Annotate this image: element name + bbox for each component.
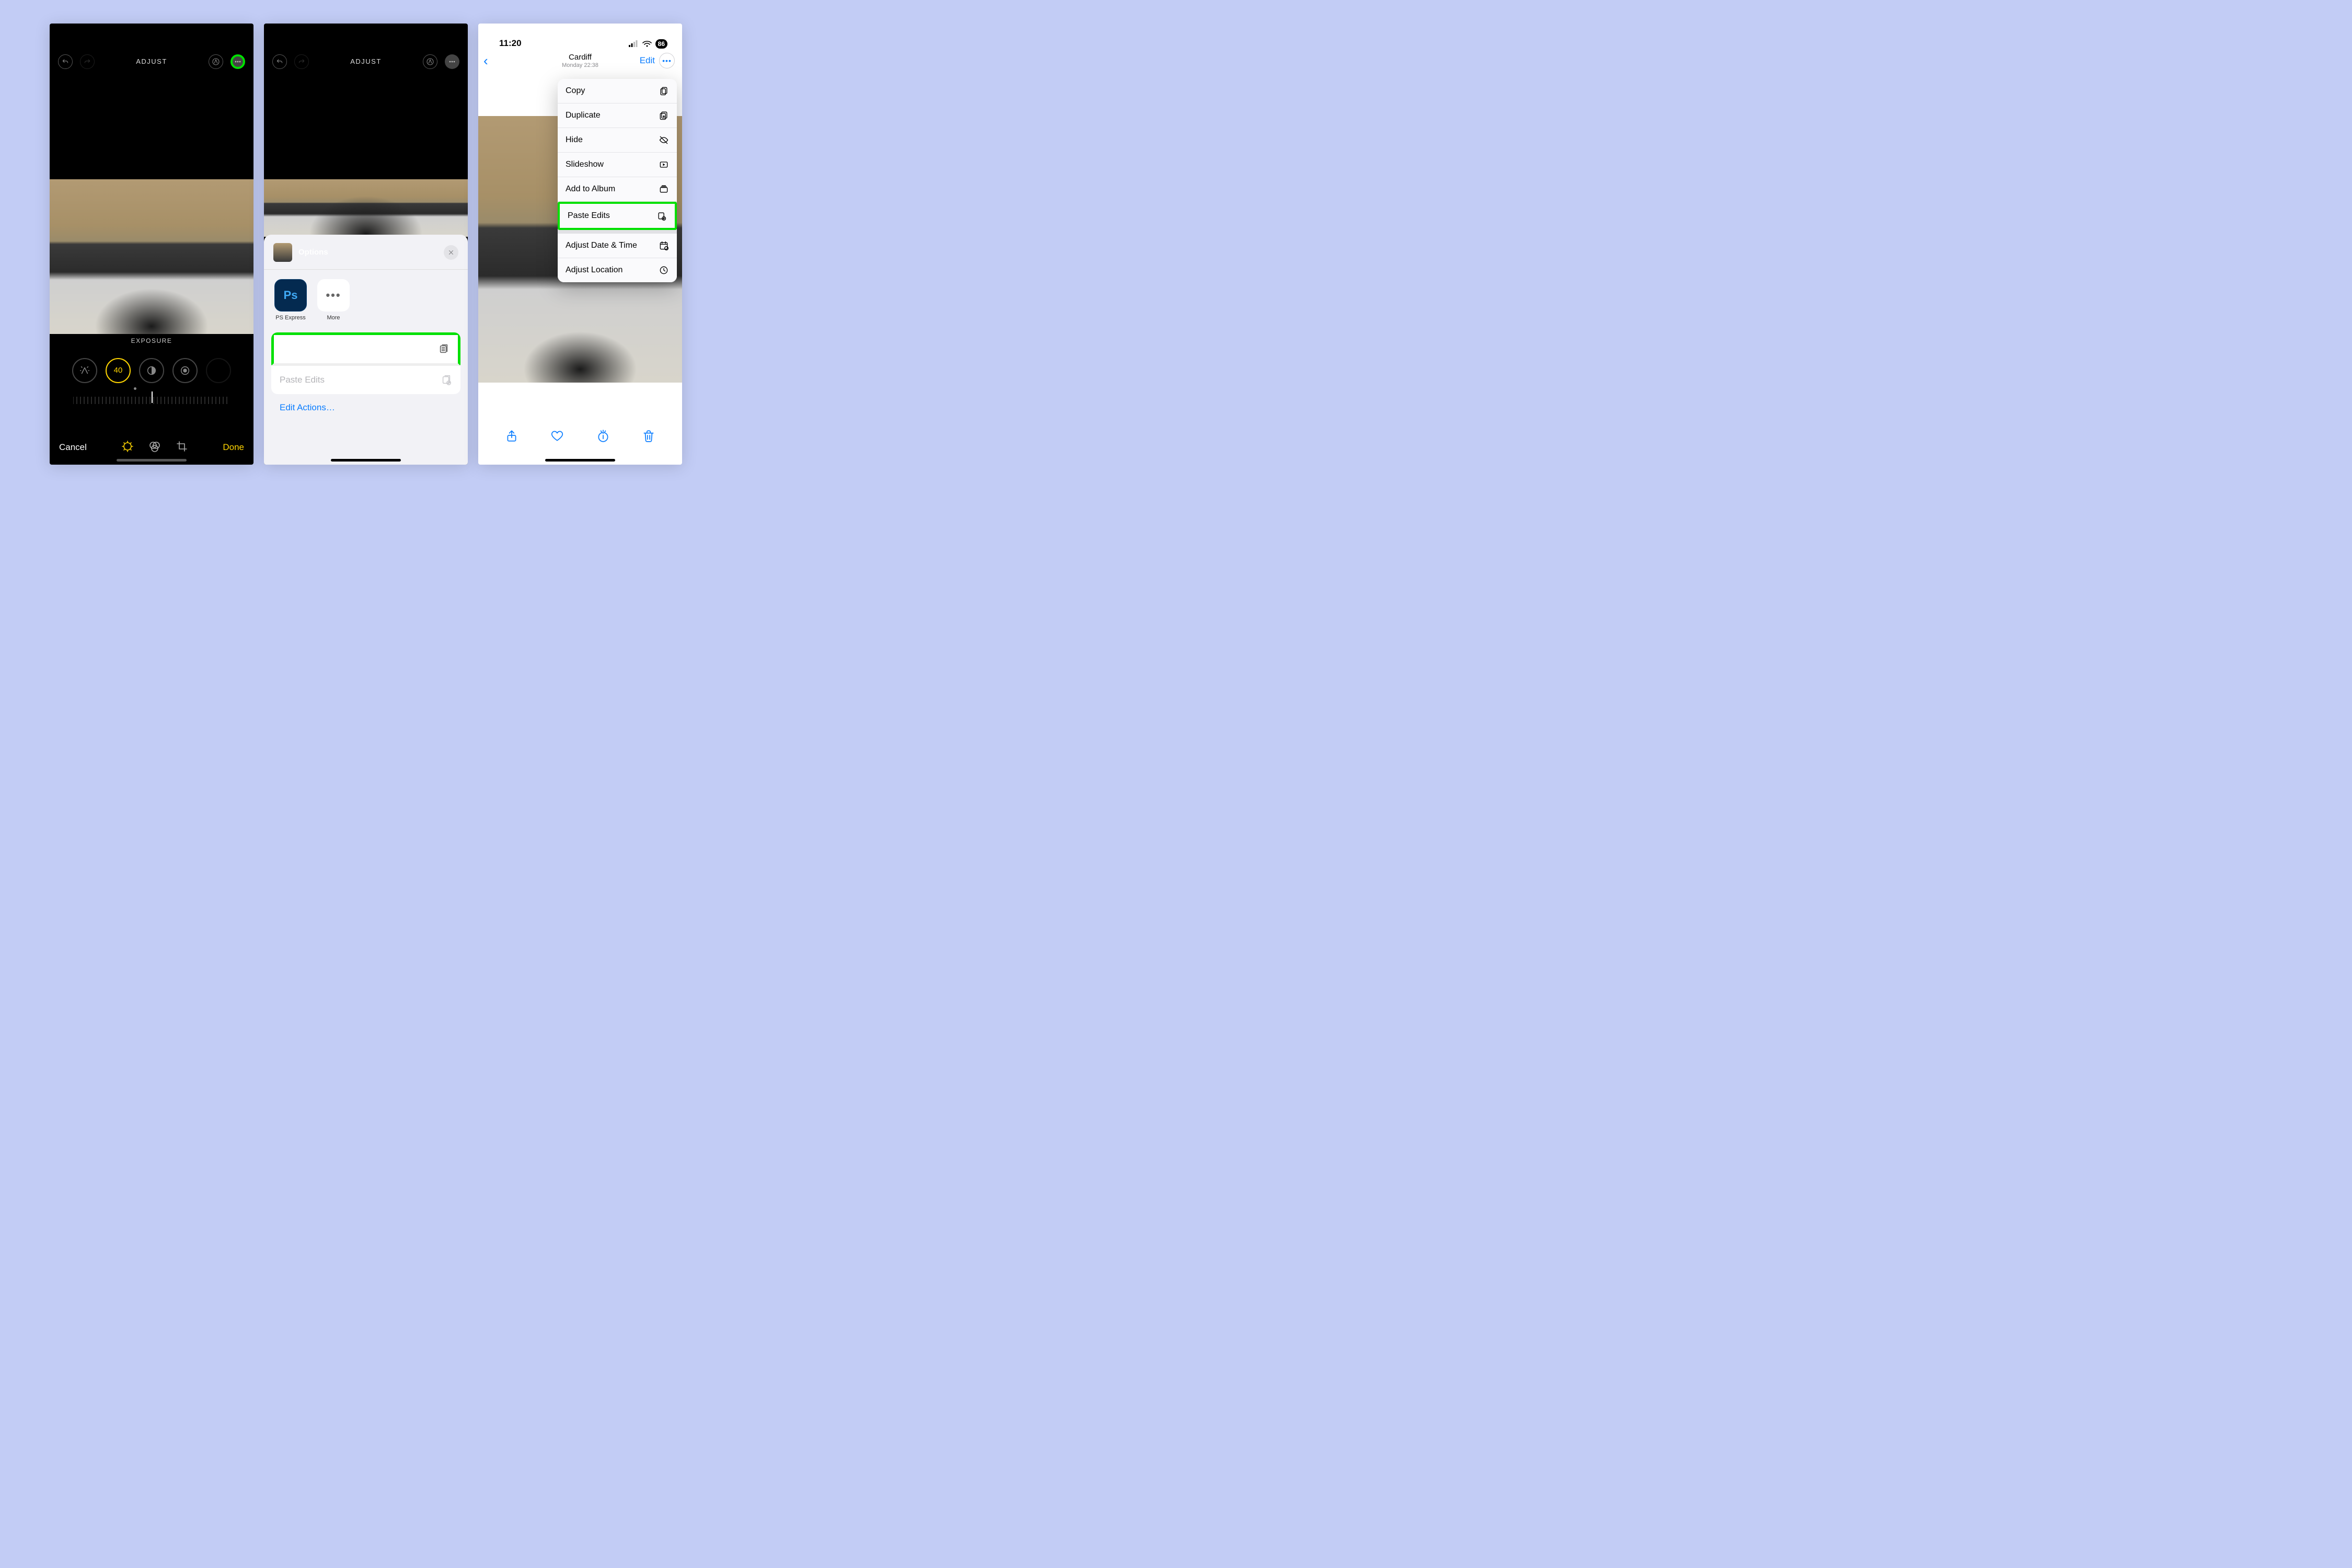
menu-adjust-loc-label: Adjust Location	[566, 266, 622, 275]
redo-button[interactable]	[294, 54, 309, 69]
menu-duplicate[interactable]: Duplicate	[558, 103, 677, 128]
editor-bottom: EXPOSURE 40 Cancel	[50, 337, 253, 465]
context-menu: Copy Duplicate Hide Slideshow Add to Alb…	[558, 79, 677, 282]
markup-button[interactable]	[423, 54, 437, 69]
crop-tab[interactable]	[176, 440, 188, 455]
more-apps[interactable]: ••• More	[317, 279, 350, 321]
screenshot-1-editor: ADJUST EXPOSURE 40	[50, 24, 253, 465]
favorite-button[interactable]	[550, 429, 564, 445]
duplicate-icon	[659, 110, 669, 121]
menu-adjust-dt-label: Adjust Date & Time	[566, 241, 637, 250]
menu-add-to-album-label: Add to Album	[566, 185, 615, 194]
auto-dial[interactable]	[72, 358, 97, 383]
exposure-dial[interactable]: 40	[106, 358, 131, 383]
ps-express-app[interactable]: Ps PS Express	[274, 279, 307, 321]
action-list: Copy Edits Paste Edits	[271, 332, 460, 394]
album-icon	[659, 184, 669, 194]
filters-tab[interactable]	[148, 440, 161, 455]
photo-preview	[50, 179, 253, 334]
location-icon	[659, 265, 669, 275]
menu-paste-edits-label: Paste Edits	[568, 211, 610, 221]
menu-adjust-date-time[interactable]: Adjust Date & Time	[558, 230, 677, 258]
editor-black-space	[50, 75, 253, 179]
share-app-row: Ps PS Express ••• More	[264, 270, 468, 326]
next-dial[interactable]	[206, 358, 231, 383]
battery-badge: 86	[655, 39, 667, 49]
cancel-button[interactable]: Cancel	[59, 442, 87, 453]
paste-edits-row: Paste Edits	[271, 366, 460, 394]
paste-edits-label: Paste Edits	[280, 375, 325, 385]
menu-copy[interactable]: Copy	[558, 79, 677, 103]
adjust-tab[interactable]	[121, 440, 134, 455]
more-label: More	[327, 315, 340, 321]
undo-button[interactable]	[272, 54, 287, 69]
edit-actions-link[interactable]: Edit Actions…	[264, 394, 468, 421]
menu-slideshow-label: Slideshow	[566, 160, 604, 169]
screenshot-3-photo-viewer: 11:20 86 ‹ Cardiff Monday 22:38 Edit •••…	[478, 24, 682, 465]
calendar-icon	[659, 240, 669, 251]
editor-mode-title: ADJUST	[136, 57, 167, 65]
cellular-icon	[628, 40, 639, 48]
menu-paste-edits[interactable]: Paste Edits	[558, 202, 677, 230]
done-button[interactable]: Done	[223, 442, 244, 453]
more-options-button[interactable]	[230, 54, 245, 69]
ps-express-label: PS Express	[275, 315, 305, 321]
menu-adjust-location[interactable]: Adjust Location	[558, 258, 677, 282]
share-button[interactable]	[505, 429, 518, 445]
paste-edits-icon	[656, 211, 667, 221]
ps-express-icon: Ps	[274, 279, 307, 312]
adjustment-slider[interactable]	[73, 393, 230, 408]
wifi-icon	[642, 40, 652, 48]
more-icon: •••	[317, 279, 350, 312]
undo-button[interactable]	[58, 54, 73, 69]
hide-icon	[659, 135, 669, 145]
exposure-value: 40	[114, 366, 123, 375]
sheet-title: Options	[298, 248, 444, 257]
editor-mode-title: ADJUST	[350, 57, 382, 65]
paste-edits-icon	[441, 374, 452, 386]
markup-button[interactable]	[209, 54, 223, 69]
slideshow-icon	[659, 159, 669, 170]
options-sheet: Options Ps PS Express ••• More Copy Edit…	[264, 235, 468, 465]
menu-hide-label: Hide	[566, 135, 583, 145]
home-indicator[interactable]	[331, 459, 401, 462]
more-options-button[interactable]: •••	[659, 53, 675, 68]
back-button[interactable]: ‹	[483, 53, 488, 69]
copy-icon	[659, 86, 669, 96]
menu-duplicate-label: Duplicate	[566, 111, 601, 120]
redo-button[interactable]	[80, 54, 95, 69]
home-indicator[interactable]	[117, 459, 187, 462]
copy-edits-row[interactable]: Copy Edits	[271, 332, 460, 366]
info-button[interactable]	[596, 429, 610, 445]
sheet-thumbnail	[273, 243, 292, 262]
home-indicator[interactable]	[545, 459, 615, 462]
brilliance-dial[interactable]	[139, 358, 164, 383]
editor-top-bar: ADJUST	[264, 24, 468, 75]
copy-edits-icon	[438, 343, 449, 355]
nav-header: ‹ Cardiff Monday 22:38 Edit •••	[478, 50, 682, 74]
menu-slideshow[interactable]: Slideshow	[558, 153, 677, 177]
editor-top-bar: ADJUST	[50, 24, 253, 75]
edit-button[interactable]: Edit	[640, 55, 655, 66]
status-time: 11:20	[499, 38, 522, 49]
editor-black-space	[264, 75, 468, 179]
more-options-button[interactable]	[445, 54, 459, 69]
highlights-dial[interactable]	[172, 358, 198, 383]
screenshot-2-options-sheet: ADJUST Options Ps PS Express •••	[264, 24, 468, 465]
adjustment-dial-row: 40	[50, 358, 253, 383]
status-bar: 11:20 86	[478, 24, 682, 50]
parameter-label: EXPOSURE	[50, 337, 253, 344]
menu-copy-label: Copy	[566, 86, 585, 96]
copy-edits-label: Copy Edits	[282, 344, 325, 354]
menu-hide[interactable]: Hide	[558, 128, 677, 153]
delete-button[interactable]	[642, 429, 655, 445]
close-button[interactable]	[444, 245, 458, 260]
menu-add-to-album[interactable]: Add to Album	[558, 177, 677, 202]
photo-preview	[264, 179, 468, 237]
bottom-toolbar	[478, 423, 682, 465]
